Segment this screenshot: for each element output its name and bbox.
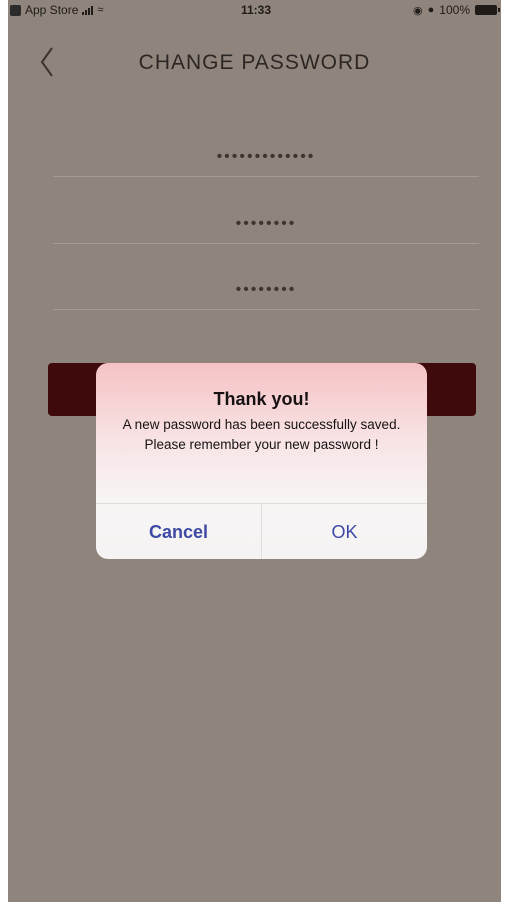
back-to-app-label[interactable]: App Store	[25, 3, 78, 17]
status-left: App Store ≈	[10, 3, 103, 17]
app-screen: App Store ≈ 11:33 ◉ ● 100% CHANGE PASSWO…	[8, 0, 501, 902]
wifi-icon: ≈	[97, 4, 104, 16]
new-password-field[interactable]: ••••••••	[53, 204, 479, 244]
status-bar: App Store ≈ 11:33 ◉ ● 100%	[8, 0, 501, 20]
status-time: 11:33	[241, 3, 272, 17]
signal-icon	[82, 5, 94, 15]
dialog-actions: Cancel OK	[96, 503, 427, 559]
battery-percentage: 100%	[439, 3, 470, 17]
cancel-button[interactable]: Cancel	[96, 504, 262, 559]
alarm-icon: ●	[427, 4, 435, 16]
page-title: CHANGE PASSWORD	[138, 51, 371, 74]
current-password-field[interactable]: •••••••••••••	[53, 137, 479, 177]
confirm-password-field[interactable]: ••••••••	[53, 270, 479, 310]
dialog-title: Thank you!	[213, 389, 310, 409]
battery-icon	[475, 5, 500, 15]
dialog-message: A new password has been successfully sav…	[122, 417, 401, 452]
ok-button[interactable]: OK	[262, 504, 427, 559]
status-right: ◉ ● 100%	[413, 3, 500, 17]
app-store-icon	[10, 4, 21, 16]
orientation-lock-icon: ◉	[413, 4, 423, 17]
success-alert-dialog: Thank you! A new password has been succe…	[96, 363, 427, 559]
